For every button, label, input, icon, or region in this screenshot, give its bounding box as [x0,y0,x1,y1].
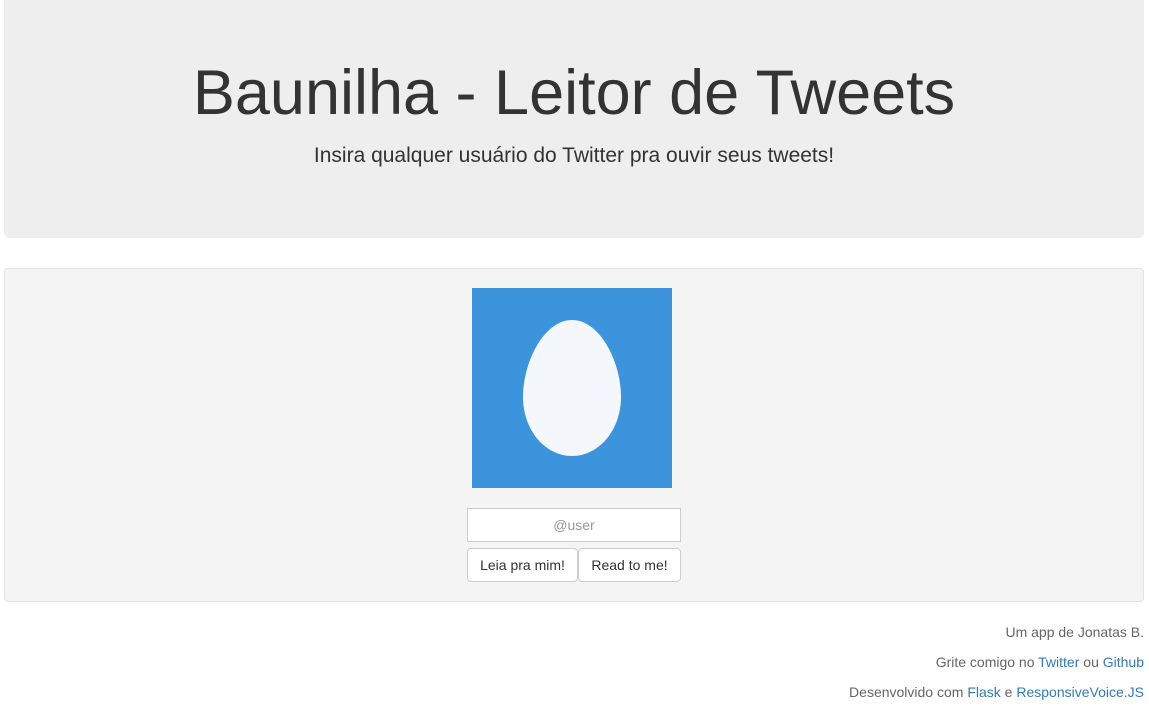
reader-panel: Leia pra mim! Read to me! [4,268,1144,602]
footer-dev-line: Desenvolvido com Flask e ResponsiveVoice… [849,682,1144,712]
footer-credit-line: Um app de Jonatas B. [849,622,1144,652]
github-link[interactable]: Github [1103,654,1144,670]
footer-dev-prefix: Desenvolvido com [849,684,964,700]
read-to-me-pt-button[interactable]: Leia pra mim! [467,548,578,582]
responsivevoice-link[interactable]: ResponsiveVoice.JS [1016,684,1144,700]
page-subtitle: Insira qualquer usuário do Twitter pra o… [313,144,835,167]
egg-avatar-icon [472,288,672,488]
footer-contact-line: Grite comigo no Twitter ou Github [849,652,1144,682]
twitter-link[interactable]: Twitter [1038,654,1079,670]
footer-dev-sep: e [1004,684,1013,700]
username-input[interactable] [467,508,681,542]
page-title: Baunilha - Leitor de Tweets [192,58,956,128]
footer-contact-prefix: Grite comigo no [935,654,1035,670]
read-to-me-en-button[interactable]: Read to me! [578,548,681,582]
footer: Um app de Jonatas B. Grite comigo no Twi… [849,622,1144,712]
flask-link[interactable]: Flask [967,684,1000,700]
footer-contact-sep: ou [1083,654,1099,670]
header-jumbotron: Baunilha - Leitor de Tweets Insira qualq… [4,0,1144,238]
footer-credit: Um app de Jonatas B. [1005,624,1144,640]
